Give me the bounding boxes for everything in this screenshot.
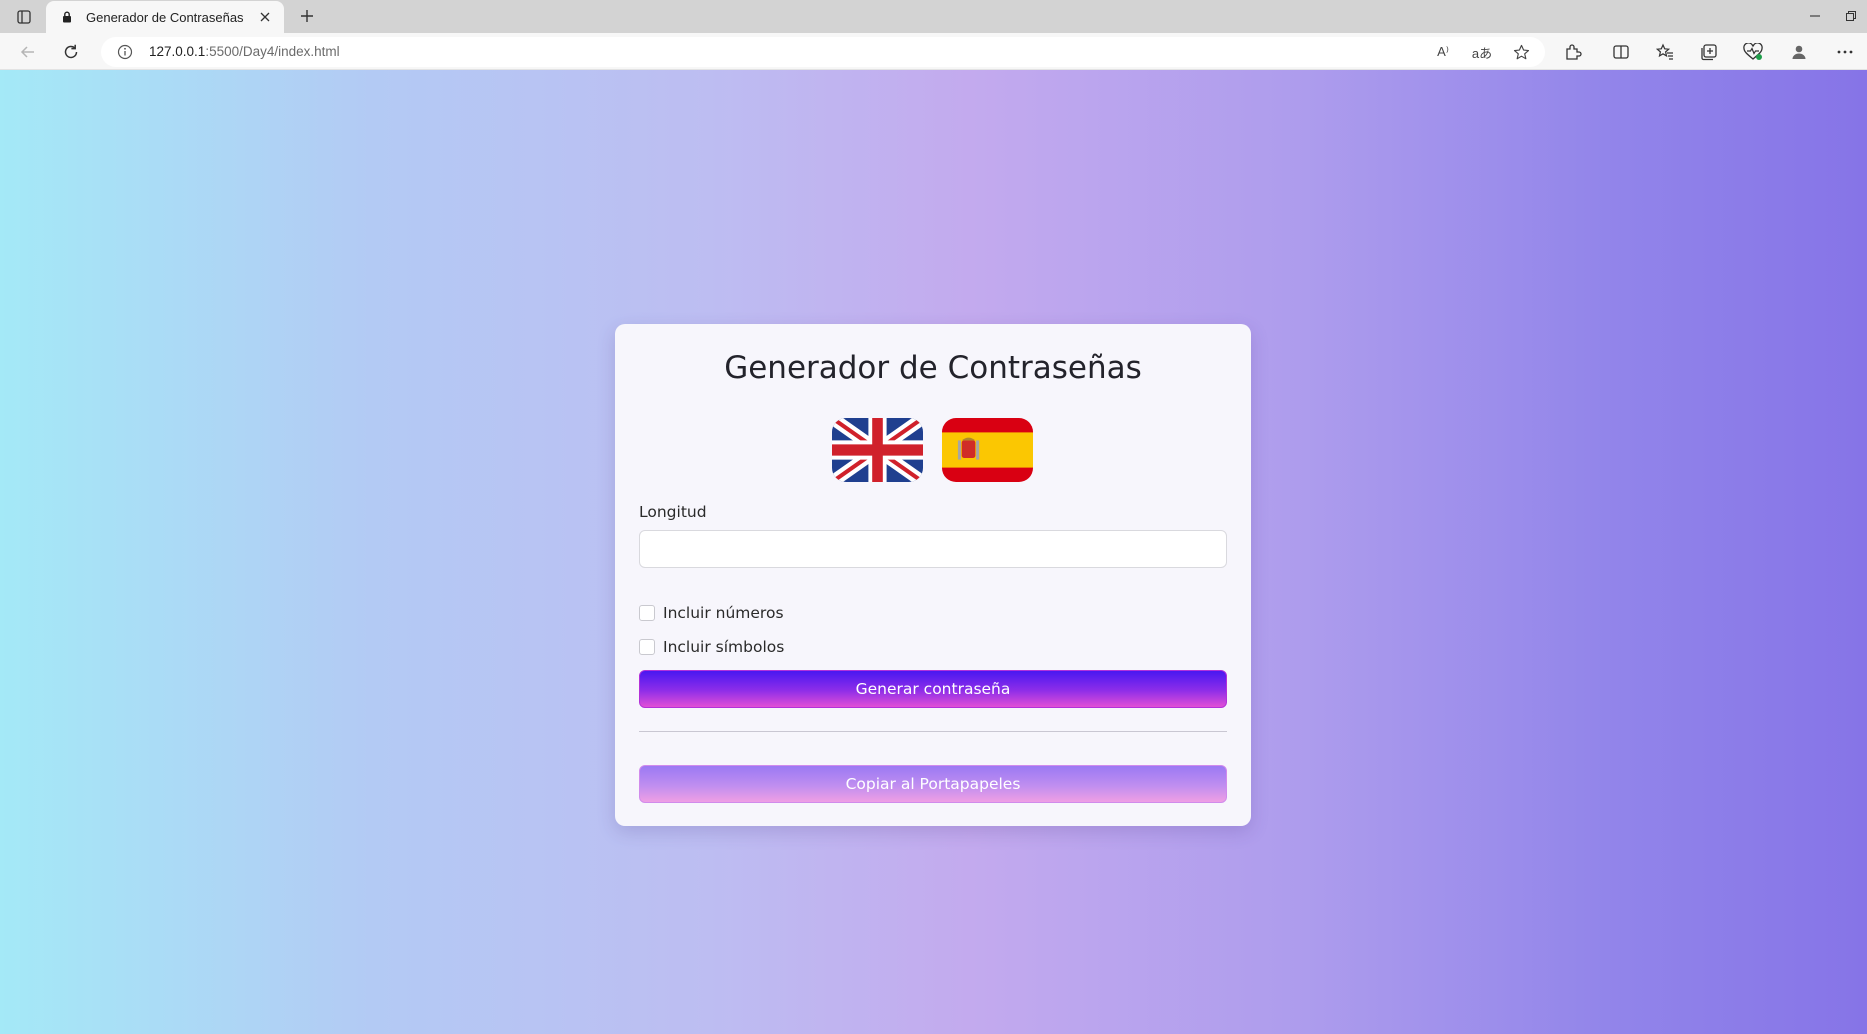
info-icon[interactable] — [117, 44, 133, 60]
password-generator-card: Generador de Contraseñas Longitud Inclui… — [615, 324, 1251, 826]
include-numbers-option[interactable]: Incluir números — [639, 602, 784, 624]
address-bar[interactable]: 127.0.0.1:5500/Day4/index.html A⁾ aあ — [101, 37, 1545, 67]
extensions-icon[interactable] — [1561, 40, 1585, 64]
page-viewport: Generador de Contraseñas Longitud Inclui… — [0, 70, 1867, 1034]
include-numbers-checkbox[interactable] — [639, 605, 655, 621]
tab-title: Generador de Contraseñas — [86, 9, 244, 25]
split-screen-icon[interactable] — [1609, 40, 1633, 64]
plus-icon[interactable] — [296, 5, 318, 27]
favorite-star-icon[interactable] — [1510, 41, 1532, 63]
generate-password-button[interactable]: Generar contraseña — [639, 670, 1227, 708]
url-text: 127.0.0.1:5500/Day4/index.html — [149, 44, 340, 59]
profile-icon[interactable] — [1787, 40, 1811, 64]
restore-icon[interactable] — [1840, 5, 1862, 27]
page-title: Generador de Contraseñas — [724, 350, 1142, 386]
close-icon[interactable] — [256, 8, 274, 26]
tab-bar: Generador de Contraseñas — [0, 0, 1867, 33]
lock-icon — [60, 10, 74, 24]
collections-icon[interactable] — [1697, 40, 1721, 64]
length-input[interactable] — [639, 530, 1227, 568]
read-aloud-icon[interactable]: A⁾ — [1432, 41, 1454, 63]
browser-tab[interactable]: Generador de Contraseñas — [46, 1, 284, 33]
navigation-bar: 127.0.0.1:5500/Day4/index.html A⁾ aあ — [0, 33, 1867, 70]
include-symbols-label: Incluir símbolos — [663, 638, 785, 656]
browser-essentials-icon[interactable] — [1741, 40, 1765, 64]
spain-flag-icon[interactable] — [942, 418, 1033, 482]
include-symbols-option[interactable]: Incluir símbolos — [639, 636, 784, 658]
refresh-icon[interactable] — [59, 40, 83, 64]
uk-flag-icon[interactable] — [832, 418, 923, 482]
back-icon[interactable] — [16, 40, 40, 64]
translate-icon[interactable]: aあ — [1471, 41, 1493, 63]
length-label: Longitud — [639, 503, 707, 521]
minimize-icon[interactable] — [1804, 5, 1826, 27]
favorites-icon[interactable] — [1653, 40, 1677, 64]
include-numbers-label: Incluir números — [663, 604, 784, 622]
more-icon[interactable] — [1833, 40, 1857, 64]
divider — [639, 731, 1227, 732]
sidebar-icon[interactable] — [14, 7, 34, 27]
copy-to-clipboard-button[interactable]: Copiar al Portapapeles — [639, 765, 1227, 803]
include-symbols-checkbox[interactable] — [639, 639, 655, 655]
